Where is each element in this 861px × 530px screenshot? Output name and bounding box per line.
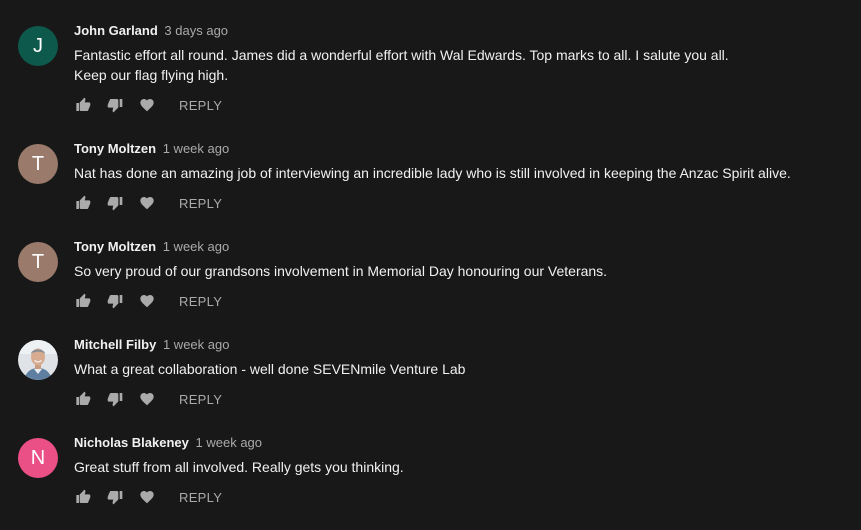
avatar-letter: T (31, 251, 45, 273)
dislike-button[interactable] (106, 488, 124, 506)
thumbs-down-icon (107, 99, 123, 113)
reply-button[interactable]: REPLY (179, 490, 222, 505)
comment-author[interactable]: Mitchell Filby (74, 337, 156, 352)
avatar[interactable]: T (18, 242, 58, 282)
comment-time[interactable]: 1 week ago (196, 435, 263, 450)
avatar[interactable]: T (18, 144, 58, 184)
comment-text: Nat has done an amazing job of interview… (74, 165, 791, 181)
comment-text: Great stuff from all involved. Really ge… (74, 459, 404, 475)
heart-icon (140, 393, 154, 406)
comment-actions: REPLY (74, 487, 222, 507)
heart-icon (140, 99, 154, 112)
like-button[interactable] (74, 488, 92, 506)
comment-header: Mitchell Filby 1 week ago (74, 336, 229, 354)
thumbs-down-icon (107, 295, 123, 309)
reply-button[interactable]: REPLY (179, 98, 222, 113)
dislike-button[interactable] (106, 194, 124, 212)
heart-icon (140, 491, 154, 504)
thumbs-up-icon (76, 489, 91, 503)
comment-time[interactable]: 1 week ago (163, 239, 230, 254)
avatar[interactable]: N (18, 438, 58, 478)
dislike-button[interactable] (106, 390, 124, 408)
comment-actions: REPLY (74, 291, 222, 311)
thumbs-down-icon (107, 197, 123, 211)
heart-icon (140, 295, 154, 308)
comment-item: Mitchell Filby 1 week ago What a great c… (0, 336, 861, 432)
heart-button[interactable] (138, 292, 156, 310)
comment-author[interactable]: Tony Moltzen (74, 239, 156, 254)
avatar-letter: J (33, 35, 43, 57)
thumbs-up-icon (76, 97, 91, 111)
comment-item: T Tony Moltzen 1 week ago So very proud … (0, 238, 861, 334)
avatar-letter: N (30, 447, 46, 469)
comment-text: So very proud of our grandsons involveme… (74, 263, 608, 279)
heart-button[interactable] (138, 194, 156, 212)
comment-header: Tony Moltzen 1 week ago (74, 238, 229, 256)
thumbs-down-icon (107, 393, 123, 407)
dislike-button[interactable] (106, 96, 124, 114)
heart-button[interactable] (138, 488, 156, 506)
comment-text: What a great collaboration - well done S… (74, 361, 466, 377)
comment-time[interactable]: 1 week ago (163, 141, 230, 156)
reply-button[interactable]: REPLY (179, 392, 222, 407)
comment-author[interactable]: Nicholas Blakeney (74, 435, 189, 450)
like-button[interactable] (74, 194, 92, 212)
comment-actions: REPLY (74, 95, 222, 115)
comment-time[interactable]: 1 week ago (163, 337, 230, 352)
comment-author[interactable]: Tony Moltzen (74, 141, 156, 156)
like-button[interactable] (74, 292, 92, 310)
comment-actions: REPLY (74, 193, 222, 213)
comment-item: N Nicholas Blakeney 1 week ago Great stu… (0, 434, 861, 530)
comment-header: Tony Moltzen 1 week ago (74, 140, 229, 158)
heart-button[interactable] (138, 390, 156, 408)
avatar[interactable] (18, 340, 58, 380)
comment-header: Nicholas Blakeney 1 week ago (74, 434, 262, 452)
thumbs-up-icon (76, 195, 91, 209)
profile-photo-icon (18, 340, 58, 380)
avatar-letter: T (31, 153, 45, 175)
comment-item: J John Garland 3 days ago Fantastic effo… (0, 22, 861, 118)
heart-button[interactable] (138, 96, 156, 114)
heart-icon (140, 197, 154, 210)
like-button[interactable] (74, 390, 92, 408)
comment-actions: REPLY (74, 389, 222, 409)
comment-item: T Tony Moltzen 1 week ago Nat has done a… (0, 140, 861, 236)
comment-time[interactable]: 3 days ago (164, 23, 228, 38)
thumbs-up-icon (76, 391, 91, 405)
reply-button[interactable]: REPLY (179, 294, 222, 309)
reply-button[interactable]: REPLY (179, 196, 222, 211)
comment-author[interactable]: John Garland (74, 23, 158, 38)
thumbs-down-icon (107, 491, 123, 505)
comments-list: J John Garland 3 days ago Fantastic effo… (0, 0, 861, 527)
comment-text: Fantastic effort all round. James did a … (74, 47, 729, 83)
avatar[interactable]: J (18, 26, 58, 66)
like-button[interactable] (74, 96, 92, 114)
comment-header: John Garland 3 days ago (74, 22, 228, 40)
dislike-button[interactable] (106, 292, 124, 310)
thumbs-up-icon (76, 293, 91, 307)
